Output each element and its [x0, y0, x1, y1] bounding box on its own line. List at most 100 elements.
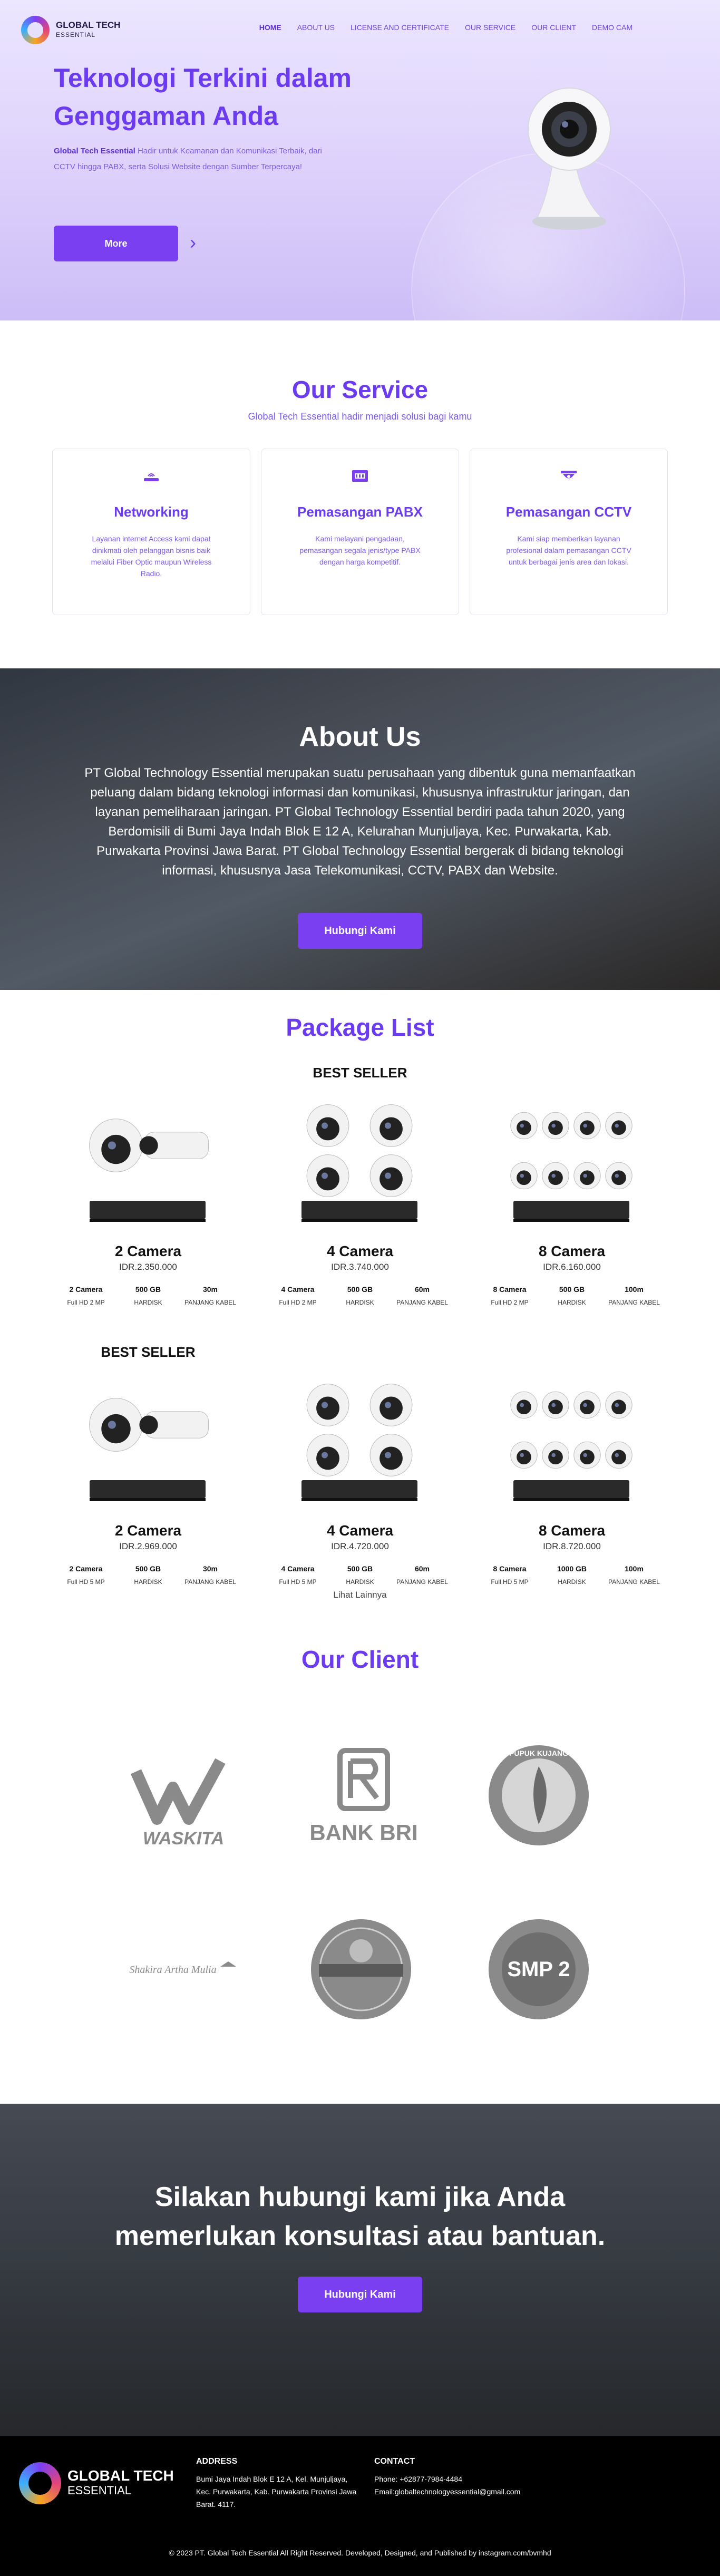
client-logo-seal: [273, 1914, 450, 2025]
spec-label: PANJANG KABEL: [396, 1578, 448, 1586]
client-logo-waskita: WASKITA: [95, 1740, 273, 1851]
nav-demo-cam[interactable]: DEMO CAM: [592, 23, 633, 32]
package-name: 4 Camera: [326, 1522, 394, 1539]
package-image: [301, 1384, 417, 1501]
spec-value: 1000 GB: [557, 1564, 587, 1573]
camera-unit: [605, 1391, 633, 1419]
dvr-recorder: [90, 1480, 206, 1498]
see-more-link[interactable]: Lihat Lainnya: [0, 1590, 720, 1600]
nav-about[interactable]: ABOUT US: [297, 23, 335, 32]
spec-value: 500 GB: [135, 1285, 161, 1294]
spec-camera: 2 Camera Full HD 2 MP: [57, 1285, 115, 1306]
camera-unit: [510, 1441, 538, 1469]
logo-icon: [19, 2462, 61, 2504]
spec-storage: 500 GB HARDISK: [331, 1564, 389, 1586]
package-specs: 2 Camera Full HD 2 MP 500 GB HARDISK 30m PA…: [57, 1285, 239, 1306]
spec-label: Full HD 5 MP: [279, 1578, 317, 1586]
spec-camera: 8 Camera Full HD 2 MP: [481, 1285, 539, 1306]
footer-brand-top: GLOBAL TECH: [67, 2467, 174, 2484]
contact-phone[interactable]: Phone: +62877-7984-4484: [374, 2475, 462, 2483]
package-title: Package List: [286, 1014, 434, 1041]
footer-logo[interactable]: GLOBAL TECH ESSENTIAL: [19, 2462, 174, 2504]
brand-top: GLOBAL TECH: [56, 20, 121, 30]
package-image: [510, 1391, 633, 1501]
package-price: IDR.3.740.000: [331, 1262, 389, 1272]
nav-service[interactable]: OUR SERVICE: [465, 23, 515, 32]
spec-value: 500 GB: [135, 1564, 161, 1573]
spec-value: 100m: [625, 1564, 644, 1573]
about-title: About Us: [299, 722, 421, 752]
camera-unit: [605, 1441, 633, 1469]
package-card[interactable]: 2 Camera IDR.2.350.000 2 Camera Full HD 2…: [42, 1069, 254, 1317]
card-text: Kami siap memberikan layanan profesional…: [506, 534, 631, 566]
service-card-networking[interactable]: Networking Layanan internet Access kami …: [52, 449, 250, 615]
spec-value: 500 GB: [559, 1285, 585, 1294]
package-card[interactable]: BEST SELLER 4 Camera IDR.3.740.000 4 Cam…: [254, 1065, 466, 1317]
cta-title: Silakan hubungi kami jika Anda memerluka…: [114, 2182, 606, 2251]
spec-value: 30m: [202, 1564, 218, 1573]
package-price: IDR.2.969.000: [119, 1541, 177, 1551]
footer-contact: CONTACT Phone: +62877-7984-4484 Email:glo…: [374, 2457, 564, 2498]
contact-button[interactable]: Hubungi Kami: [298, 913, 422, 949]
spec-cable: 100m PANJANG KABEL: [605, 1285, 663, 1306]
spec-cable: 30m PANJANG KABEL: [181, 1564, 239, 1586]
camera-unit: [306, 1104, 349, 1147]
package-card[interactable]: 8 Camera IDR.6.160.000 8 Camera Full HD 2…: [466, 1069, 678, 1317]
cctv-icon: [560, 467, 578, 485]
package-name: 2 Camera: [114, 1522, 182, 1539]
address-title: ADDRESS: [196, 2457, 238, 2466]
spec-camera: 2 Camera Full HD 5 MP: [57, 1564, 115, 1586]
camera-unit: [605, 1162, 633, 1190]
hero-section: GLOBAL TECH ESSENTIAL HOME ABOUT US LICE…: [0, 0, 720, 320]
client-title: Our Client: [301, 1646, 419, 1673]
about-text: PT Global Technology Essential merupakan…: [84, 766, 636, 878]
logo-icon: [21, 16, 50, 44]
spec-label: Full HD 5 MP: [67, 1578, 105, 1586]
camera-unit: [542, 1162, 569, 1190]
spec-value: 8 Camera: [493, 1285, 527, 1294]
service-section: Our Service Global Tech Essential hadir …: [0, 320, 720, 668]
spec-label: PANJANG KABEL: [184, 1578, 236, 1586]
camera-unit: [605, 1112, 633, 1140]
package-card[interactable]: 8 Camera IDR.8.720.000 8 Camera Full HD 5…: [466, 1348, 678, 1596]
spec-value: 4 Camera: [281, 1285, 315, 1294]
camera-unit: [369, 1104, 413, 1147]
camera-unit: [573, 1391, 601, 1419]
spec-storage: 1000 GB HARDISK: [543, 1564, 601, 1586]
brand-bottom: ESSENTIAL: [56, 31, 96, 38]
spec-value: 30m: [202, 1285, 218, 1294]
package-image: [301, 1104, 417, 1222]
spec-label: PANJANG KABEL: [608, 1299, 660, 1306]
nav-license[interactable]: LICENSE AND CERTIFICATE: [351, 23, 449, 32]
best-seller-badge: BEST SELLER: [101, 1344, 196, 1360]
more-button[interactable]: More: [54, 226, 178, 261]
nav-client[interactable]: OUR CLIENT: [531, 23, 576, 32]
brand-logo[interactable]: GLOBAL TECH ESSENTIAL: [21, 16, 120, 44]
service-card-cctv[interactable]: Pemasangan CCTV Kami siap memberikan lay…: [470, 449, 668, 615]
cta-contact-button[interactable]: Hubungi Kami: [298, 2277, 422, 2312]
spec-label: HARDISK: [558, 1578, 586, 1586]
camera-unit: [369, 1154, 413, 1197]
package-card[interactable]: 4 Camera IDR.4.720.000 4 Camera Full HD 5…: [254, 1348, 466, 1596]
package-card[interactable]: BEST SELLER 2 Camera IDR.2.969.000 2 Cam…: [42, 1344, 254, 1596]
camera-unit: [306, 1384, 349, 1426]
package-image: [89, 1119, 209, 1222]
spec-camera: 4 Camera Full HD 2 MP: [269, 1285, 327, 1306]
hero-description: Global Tech Essential Hadir untuk Keaman…: [54, 143, 328, 175]
package-grid: 2 Camera IDR.2.350.000 2 Camera Full HD 2…: [42, 1065, 678, 1596]
footer: GLOBAL TECH ESSENTIAL ADDRESS Bumi Jaya …: [0, 2436, 720, 2576]
camera-unit: [139, 1132, 209, 1159]
chevron-right-icon[interactable]: ›: [190, 232, 206, 253]
nav-home[interactable]: HOME: [259, 23, 281, 32]
contact-email[interactable]: Email:globaltechnologyessential@gmail.co…: [374, 2487, 520, 2496]
spec-label: HARDISK: [346, 1299, 374, 1306]
spec-value: 8 Camera: [493, 1564, 527, 1573]
package-image: [89, 1398, 209, 1501]
spec-cable: 60m PANJANG KABEL: [393, 1285, 451, 1306]
card-text: Kami melayani pengadaan, pemasangan sega…: [299, 534, 421, 566]
cta-section: Silakan hubungi kami jika Anda memerluka…: [0, 2104, 720, 2436]
service-card-pabx[interactable]: Pemasangan PABX Kami melayani pengadaan,…: [261, 449, 459, 615]
client-logo-shakira: Shakira Artha Mulia: [95, 1914, 273, 2025]
spec-value: 2 Camera: [69, 1285, 103, 1294]
client-logo-text: SMP 2: [507, 1958, 570, 1981]
